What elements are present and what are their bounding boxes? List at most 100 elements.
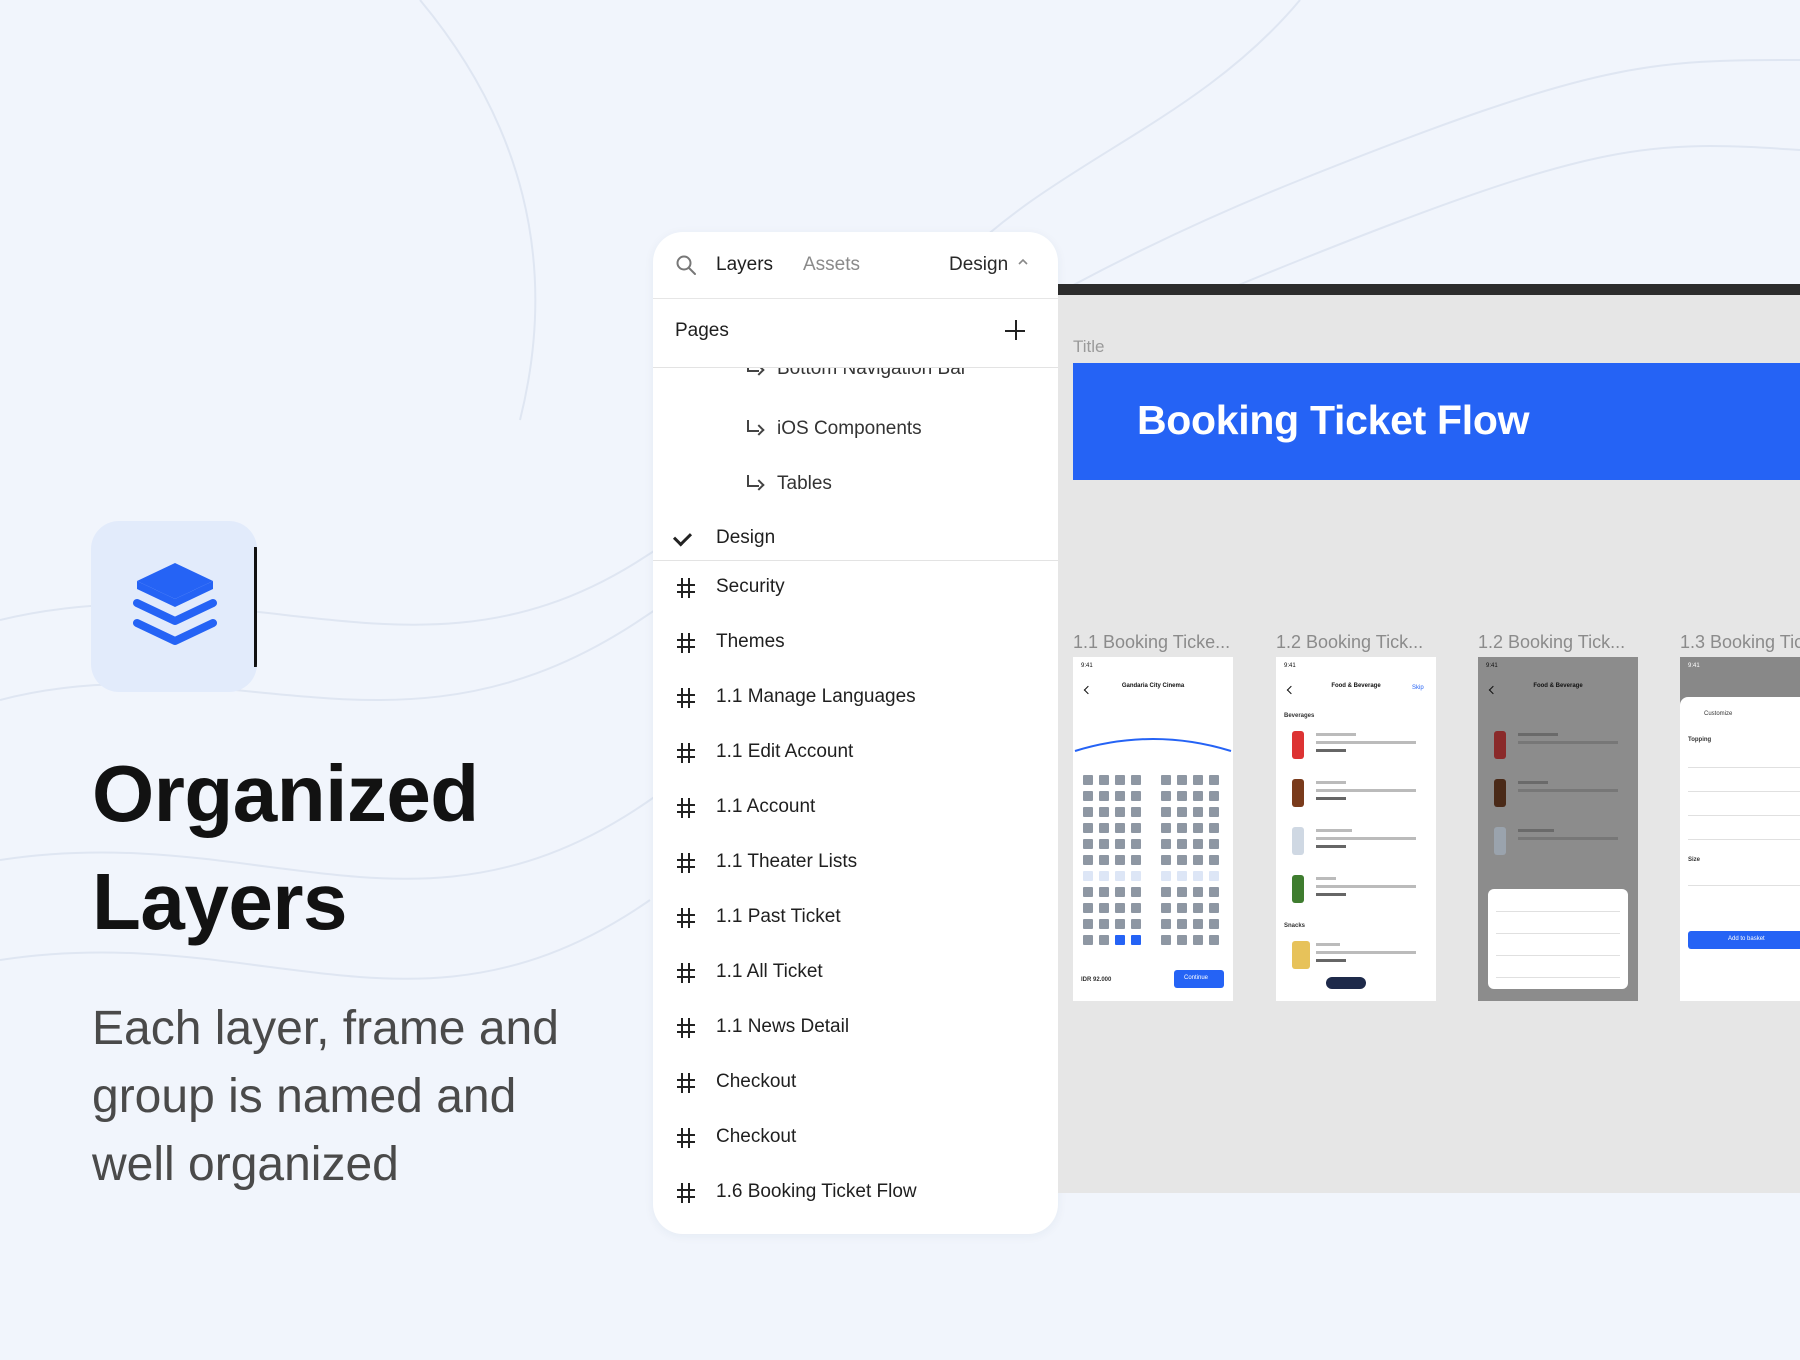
seat[interactable] bbox=[1209, 871, 1219, 881]
seat[interactable] bbox=[1131, 903, 1141, 913]
frame-item[interactable]: Checkout bbox=[653, 1065, 1058, 1105]
seat[interactable] bbox=[1131, 919, 1141, 929]
screen-food-beverage-overlay[interactable]: 9:41 Food & Beverage bbox=[1478, 657, 1638, 1001]
frame-item[interactable]: 1.1 News Detail bbox=[653, 1010, 1058, 1050]
seat[interactable] bbox=[1131, 807, 1141, 817]
seat[interactable] bbox=[1115, 903, 1125, 913]
seat[interactable] bbox=[1161, 791, 1171, 801]
seat[interactable] bbox=[1177, 839, 1187, 849]
design-canvas[interactable]: Title Booking Ticket Flow 1.1 Booking Ti… bbox=[1058, 284, 1800, 1193]
frame-item[interactable]: Checkout bbox=[653, 1120, 1058, 1160]
seat[interactable] bbox=[1083, 807, 1093, 817]
seat[interactable] bbox=[1209, 775, 1219, 785]
seat[interactable] bbox=[1209, 791, 1219, 801]
title-banner[interactable]: Booking Ticket Flow bbox=[1073, 363, 1800, 480]
seat[interactable] bbox=[1193, 807, 1203, 817]
screen-customize[interactable]: 9:41 Customize Topping Size Add to baske… bbox=[1680, 657, 1800, 1001]
frame-item[interactable]: 1.1 Edit Account bbox=[653, 735, 1058, 775]
seat[interactable] bbox=[1193, 903, 1203, 913]
seat[interactable] bbox=[1161, 935, 1171, 945]
seat[interactable] bbox=[1083, 839, 1093, 849]
screen-food-beverage[interactable]: 9:41 Food & Beverage Skip Beverages Snac… bbox=[1276, 657, 1436, 1001]
seat[interactable] bbox=[1161, 919, 1171, 929]
customize-sheet[interactable]: Customize Topping Size Add to basket bbox=[1680, 697, 1800, 1001]
seat[interactable] bbox=[1209, 903, 1219, 913]
seat[interactable] bbox=[1161, 887, 1171, 897]
tab-assets[interactable]: Assets bbox=[803, 252, 860, 278]
seat[interactable] bbox=[1099, 839, 1109, 849]
food-item[interactable] bbox=[1284, 727, 1434, 773]
seat[interactable] bbox=[1193, 935, 1203, 945]
seat[interactable] bbox=[1209, 839, 1219, 849]
seat[interactable] bbox=[1209, 807, 1219, 817]
tab-layers[interactable]: Layers bbox=[716, 252, 773, 278]
seat[interactable] bbox=[1177, 935, 1187, 945]
seat[interactable] bbox=[1099, 871, 1109, 881]
seat[interactable] bbox=[1099, 935, 1109, 945]
seat[interactable] bbox=[1083, 871, 1093, 881]
seat[interactable] bbox=[1131, 887, 1141, 897]
seat[interactable] bbox=[1177, 871, 1187, 881]
seat[interactable] bbox=[1161, 871, 1171, 881]
seat[interactable] bbox=[1099, 887, 1109, 897]
menu-pill-button[interactable] bbox=[1326, 977, 1366, 989]
page-item-bottom-navigation-bar[interactable]: Bottom Navigation Bar bbox=[653, 368, 1058, 388]
screen-seat-selection[interactable]: 9:41 Gandaria City Cinema IDR 92.000 Con… bbox=[1073, 657, 1233, 1001]
seat[interactable] bbox=[1099, 855, 1109, 865]
seat[interactable] bbox=[1177, 823, 1187, 833]
seat[interactable] bbox=[1193, 791, 1203, 801]
frame-item[interactable]: 1.1 Theater Lists bbox=[653, 845, 1058, 885]
seat[interactable] bbox=[1083, 855, 1093, 865]
seat[interactable] bbox=[1083, 919, 1093, 929]
seat[interactable] bbox=[1177, 791, 1187, 801]
seat[interactable] bbox=[1177, 887, 1187, 897]
seat[interactable] bbox=[1131, 935, 1141, 945]
seat[interactable] bbox=[1131, 855, 1141, 865]
seat[interactable] bbox=[1177, 807, 1187, 817]
seat[interactable] bbox=[1131, 823, 1141, 833]
add-page-plus-icon[interactable] bbox=[1003, 318, 1029, 344]
seat[interactable] bbox=[1115, 855, 1125, 865]
food-item[interactable] bbox=[1284, 775, 1434, 821]
page-item-design[interactable]: Design bbox=[653, 527, 1058, 557]
seat[interactable] bbox=[1193, 855, 1203, 865]
seat[interactable] bbox=[1115, 775, 1125, 785]
seat[interactable] bbox=[1115, 919, 1125, 929]
frame-item[interactable]: 1.1 Account bbox=[653, 790, 1058, 830]
seat[interactable] bbox=[1161, 903, 1171, 913]
seat[interactable] bbox=[1115, 887, 1125, 897]
frame-item[interactable]: 1.1 All Ticket bbox=[653, 955, 1058, 995]
seat[interactable] bbox=[1099, 919, 1109, 929]
food-item[interactable] bbox=[1284, 871, 1434, 917]
seat[interactable] bbox=[1161, 775, 1171, 785]
seat[interactable] bbox=[1193, 823, 1203, 833]
seat[interactable] bbox=[1099, 791, 1109, 801]
seat[interactable] bbox=[1177, 903, 1187, 913]
seat[interactable] bbox=[1099, 823, 1109, 833]
seat[interactable] bbox=[1083, 823, 1093, 833]
seat[interactable] bbox=[1209, 855, 1219, 865]
seat[interactable] bbox=[1161, 839, 1171, 849]
seat[interactable] bbox=[1115, 839, 1125, 849]
food-item[interactable] bbox=[1284, 823, 1434, 869]
seat[interactable] bbox=[1083, 935, 1093, 945]
seat[interactable] bbox=[1083, 791, 1093, 801]
seat[interactable] bbox=[1177, 855, 1187, 865]
seat[interactable] bbox=[1131, 791, 1141, 801]
seat[interactable] bbox=[1193, 919, 1203, 929]
seat[interactable] bbox=[1177, 919, 1187, 929]
seat[interactable] bbox=[1115, 871, 1125, 881]
seat[interactable] bbox=[1193, 775, 1203, 785]
seat[interactable] bbox=[1161, 807, 1171, 817]
seat[interactable] bbox=[1209, 935, 1219, 945]
seat[interactable] bbox=[1209, 823, 1219, 833]
seat[interactable] bbox=[1083, 775, 1093, 785]
seat[interactable] bbox=[1115, 823, 1125, 833]
frame-item[interactable]: 1.1 Past Ticket bbox=[653, 900, 1058, 940]
seat[interactable] bbox=[1177, 775, 1187, 785]
seat[interactable] bbox=[1131, 839, 1141, 849]
seat[interactable] bbox=[1193, 839, 1203, 849]
search-icon[interactable] bbox=[675, 254, 697, 276]
seat[interactable] bbox=[1131, 775, 1141, 785]
continue-button[interactable]: Continue bbox=[1174, 970, 1224, 988]
